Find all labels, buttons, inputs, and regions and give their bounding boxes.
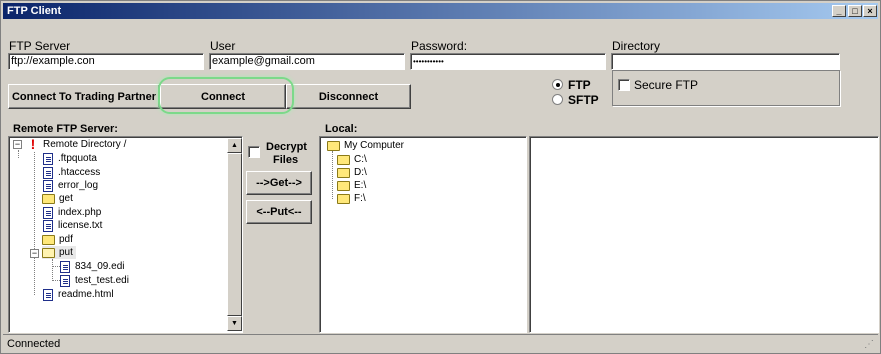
- sftp-radio-label: SFTP: [568, 93, 599, 107]
- tree-item-label: license.txt: [58, 220, 103, 231]
- scroll-down-icon[interactable]: ▼: [227, 316, 242, 331]
- secure-ftp-group: Secure FTP: [612, 70, 840, 106]
- file-icon: [60, 274, 70, 287]
- file-icon: [43, 152, 53, 165]
- directory-label: Directory: [612, 39, 661, 53]
- decrypt-label-line1: Decrypt: [266, 141, 307, 153]
- tree-item-label: E:\: [354, 180, 367, 191]
- folder-icon: [42, 234, 55, 245]
- tree-line: [18, 150, 19, 158]
- sftp-radio[interactable]: [552, 94, 563, 105]
- file-icon: [43, 219, 53, 232]
- tree-item-label: F:\: [354, 193, 366, 204]
- secure-ftp-checkbox[interactable]: [618, 79, 630, 91]
- drive-item-e[interactable]: E:\: [337, 179, 366, 192]
- tree-item-test-test-edi[interactable]: test_test.edi: [60, 274, 129, 287]
- folder-icon: [337, 167, 350, 178]
- folder-icon: [42, 193, 55, 204]
- tree-item-label: test_test.edi: [75, 275, 129, 286]
- local-root-item[interactable]: My Computer: [327, 139, 404, 152]
- ftp-server-label: FTP Server: [9, 39, 71, 53]
- title-bar[interactable]: FTP Client _ □ ×: [3, 3, 878, 19]
- tree-item-htaccess[interactable]: .htaccess: [43, 166, 100, 179]
- file-icon: [43, 206, 53, 219]
- directory-input[interactable]: [611, 53, 840, 70]
- tree-item-834-09-edi[interactable]: 834_09.edi: [60, 260, 125, 273]
- minimize-button[interactable]: _: [832, 5, 846, 17]
- tree-item-label: put: [59, 247, 73, 258]
- tree-line: [34, 152, 35, 295]
- connect-highlight-ring: [158, 77, 294, 114]
- tree-item-index-php[interactable]: index.php: [43, 206, 101, 219]
- tree-item-ftpquota[interactable]: .ftpquota: [43, 152, 97, 165]
- folder-icon: [337, 180, 350, 191]
- tree-item-license-txt[interactable]: license.txt: [43, 219, 102, 232]
- scroll-up-icon[interactable]: ▲: [227, 138, 242, 153]
- folder-icon: [337, 154, 350, 165]
- tree-item-label: My Computer: [344, 140, 405, 151]
- tree-item-label: 834_09.edi: [75, 261, 125, 272]
- remote-root-item[interactable]: ! Remote Directory /: [29, 136, 127, 152]
- get-button[interactable]: -->Get-->: [246, 171, 312, 195]
- file-icon: [60, 260, 70, 273]
- tree-item-label: readme.html: [58, 289, 114, 300]
- status-bar: Connected ⋰: [3, 334, 878, 352]
- ftp-radio-label: FTP: [568, 78, 591, 92]
- status-text: Connected: [7, 338, 61, 350]
- scroll-thumb[interactable]: [227, 153, 242, 316]
- ftp-client-window: FTP Client _ □ × FTP Server ftp://exampl…: [0, 0, 881, 354]
- remote-scrollbar[interactable]: ▲ ▼: [227, 138, 242, 331]
- password-label: Password:: [411, 39, 468, 53]
- close-button[interactable]: ×: [863, 5, 877, 17]
- tree-line: [52, 259, 53, 281]
- maximize-button[interactable]: □: [848, 5, 862, 17]
- secure-ftp-label: Secure FTP: [634, 78, 699, 92]
- file-icon: [43, 166, 53, 179]
- tree-line: [332, 151, 333, 199]
- file-icon: [43, 179, 53, 192]
- window-title: FTP Client: [7, 5, 62, 17]
- tree-item-readme-html[interactable]: readme.html: [43, 288, 114, 301]
- drive-item-c[interactable]: C:\: [337, 153, 367, 166]
- local-heading: Local:: [325, 123, 358, 135]
- tree-item-error-log[interactable]: error_log: [43, 179, 98, 192]
- folder-icon: [337, 193, 350, 204]
- ftp-server-input[interactable]: ftp://example.con: [8, 53, 204, 70]
- remote-root-label: Remote Directory /: [43, 139, 127, 150]
- decrypt-files-checkbox[interactable]: [248, 146, 260, 158]
- tree-item-put[interactable]: put: [42, 246, 76, 259]
- tree-item-label: D:\: [354, 167, 367, 178]
- collapse-expander[interactable]: −: [30, 249, 39, 258]
- tree-line: [53, 266, 60, 267]
- tree-item-label: C:\: [354, 154, 367, 165]
- tree-item-label: .htaccess: [58, 167, 101, 178]
- drive-item-d[interactable]: D:\: [337, 166, 367, 179]
- user-input[interactable]: example@gmail.com: [209, 53, 405, 70]
- resize-grip-icon[interactable]: ⋰: [864, 339, 874, 350]
- collapse-expander[interactable]: −: [13, 140, 22, 149]
- tree-item-label: error_log: [58, 180, 99, 191]
- tree-item-label: index.php: [58, 207, 102, 218]
- tree-item-label: pdf: [59, 234, 73, 245]
- tree-item-label: get: [59, 193, 73, 204]
- open-folder-icon: [42, 247, 55, 258]
- user-label: User: [210, 39, 236, 53]
- tree-item-pdf[interactable]: pdf: [42, 233, 73, 246]
- warning-icon: !: [30, 136, 36, 152]
- connect-trading-partner-button[interactable]: Connect To Trading Partner: [8, 84, 160, 109]
- local-file-list-panel[interactable]: [529, 136, 879, 333]
- remote-ftp-server-heading: Remote FTP Server:: [13, 123, 118, 135]
- disconnect-button[interactable]: Disconnect: [286, 84, 411, 109]
- tree-line: [53, 280, 60, 281]
- tree-item-get[interactable]: get: [42, 192, 73, 205]
- ftp-radio[interactable]: [552, 79, 563, 90]
- password-input[interactable]: •••••••••••: [410, 53, 606, 70]
- put-button[interactable]: <--Put<--: [246, 200, 312, 224]
- tree-item-label: .ftpquota: [58, 153, 97, 164]
- drive-item-f[interactable]: F:\: [337, 192, 366, 205]
- computer-folder-icon: [327, 140, 340, 151]
- decrypt-label-line2: Files: [273, 154, 299, 166]
- file-icon: [43, 288, 53, 301]
